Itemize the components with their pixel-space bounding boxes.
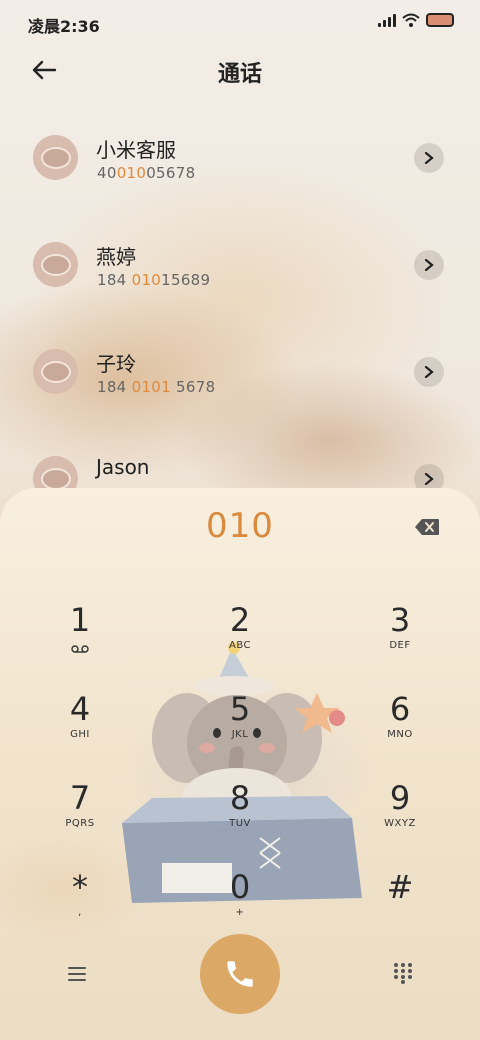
contact-list: 小米客服 4001005678 燕婷 184 01015689 子玲 184 0… (0, 110, 480, 538)
dial-input-display: 010 (206, 506, 274, 546)
chevron-right-icon (424, 152, 434, 164)
contact-detail-button[interactable] (414, 357, 444, 387)
signal-icon (378, 13, 396, 27)
list-item[interactable]: 小米客服 4001005678 (0, 110, 480, 217)
contact-detail-button[interactable] (414, 250, 444, 280)
contact-detail-button[interactable] (414, 143, 444, 173)
contact-name: 子玲 (96, 352, 136, 376)
wifi-icon (402, 13, 420, 27)
avatar (33, 242, 78, 287)
call-button[interactable] (200, 934, 280, 1014)
key-2[interactable]: 2 ABC (180, 602, 300, 682)
backspace-button[interactable] (414, 518, 440, 536)
contact-number: 184 01015689 (97, 271, 211, 289)
dialer-bottom-bar (0, 934, 480, 1024)
battery-icon (426, 13, 454, 27)
key-4[interactable]: 4 GHI (20, 691, 140, 771)
status-icons (378, 13, 454, 27)
key-9[interactable]: 9 WXYZ (340, 780, 460, 860)
key-3[interactable]: 3 DEF (340, 602, 460, 682)
key-8[interactable]: 8 TUV (180, 780, 300, 860)
list-item[interactable]: 子玲 184 0101 5678 (0, 324, 480, 431)
key-5[interactable]: 5 JKL (180, 691, 300, 771)
key-6[interactable]: 6 MNO (340, 691, 460, 771)
dial-panel: 010 1 2 ABC 3 DEF 4 GHI 5 JKL 6 MNO 7 PQ… (0, 488, 480, 1040)
menu-icon[interactable] (66, 964, 88, 984)
voicemail-icon (71, 645, 89, 653)
contact-name: Jason (96, 455, 150, 479)
phone-icon (227, 961, 253, 987)
chevron-right-icon (424, 366, 434, 378)
page-title: 通话 (217, 62, 262, 87)
backspace-icon (415, 519, 439, 535)
avatar (33, 349, 78, 394)
keypad-icon[interactable] (392, 962, 414, 984)
contact-number: 184 0101 5678 (97, 378, 216, 396)
avatar (33, 135, 78, 180)
status-time: 凌晨2:36 (28, 17, 100, 36)
key-1[interactable]: 1 (20, 602, 140, 682)
chevron-right-icon (424, 259, 434, 271)
contact-name: 燕婷 (96, 245, 136, 269)
contact-number: 4001005678 (97, 164, 196, 182)
status-bar: 凌晨2:36 (0, 0, 480, 44)
list-item[interactable]: 燕婷 184 01015689 (0, 217, 480, 324)
chevron-right-icon (424, 473, 434, 485)
contact-name: 小米客服 (96, 138, 176, 162)
key-7[interactable]: 7 PQRS (20, 780, 140, 860)
header: 通话 (0, 50, 480, 90)
